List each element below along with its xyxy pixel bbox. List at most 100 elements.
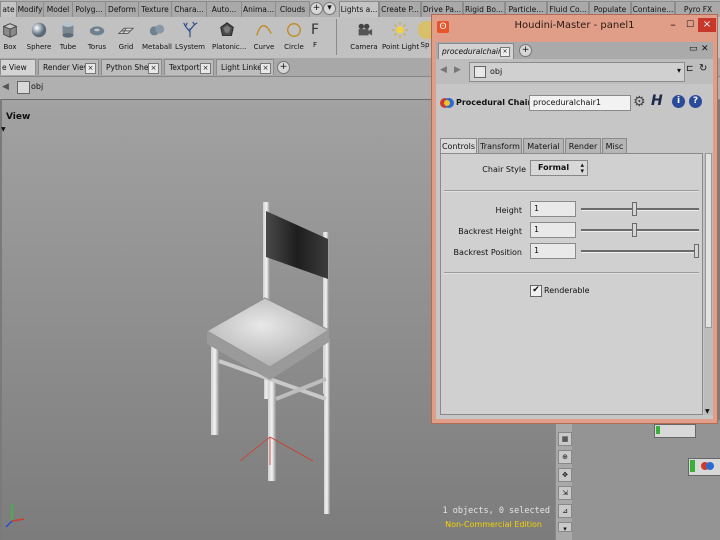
scrollbar-thumb[interactable] xyxy=(705,153,712,328)
path-field[interactable]: obj ▾ xyxy=(469,62,685,82)
path-dropdown-icon[interactable]: ▾ xyxy=(677,66,681,75)
pin-icon[interactable]: ⊏ xyxy=(686,64,694,74)
back-arrow-icon[interactable]: ◀ xyxy=(440,65,447,75)
snap-icon[interactable]: ⊕ xyxy=(558,450,572,464)
viewport-menu-icon[interactable]: ▼ xyxy=(1,126,6,133)
shelf-tab[interactable]: Clouds xyxy=(275,1,310,17)
tab-transform[interactable]: Transform xyxy=(478,138,522,153)
pane-layout-icon[interactable]: ▭ xyxy=(689,44,698,54)
panel-scrollbar[interactable]: ▼ xyxy=(704,153,713,415)
font-tool[interactable]: F F xyxy=(305,19,325,57)
add-shelf-icon[interactable]: + xyxy=(310,2,323,15)
help-icon[interactable]: ? xyxy=(689,95,702,108)
backrest-position-slider-handle[interactable] xyxy=(694,244,699,258)
scroll-down-icon[interactable]: ▾ xyxy=(558,522,572,533)
backrest-height-field[interactable]: 1 xyxy=(530,222,576,238)
tab-misc[interactable]: Misc xyxy=(602,138,627,153)
tab-light-linker[interactable]: Light Linker × xyxy=(216,59,274,75)
node-header: Procedural Chair proceduralchair1 ⚙ H i … xyxy=(436,91,713,119)
shelf-tab[interactable]: Chara... xyxy=(171,1,207,17)
backrest-position-field[interactable]: 1 xyxy=(530,243,576,259)
tab-scene-view[interactable]: e View xyxy=(0,59,36,75)
close-tab-icon[interactable]: × xyxy=(500,47,510,57)
torus-tool[interactable]: Torus xyxy=(82,19,112,57)
lsystem-tool[interactable]: LSystem xyxy=(175,19,205,57)
circle-icon xyxy=(287,23,301,37)
platonic-tool[interactable]: Platonic... xyxy=(212,19,246,57)
shelf-tab[interactable]: Lights a... xyxy=(339,1,379,17)
back-arrow-icon[interactable]: ◀ xyxy=(2,82,9,92)
backrest-position-slider[interactable] xyxy=(581,250,699,253)
shelf-tab[interactable]: Auto... xyxy=(206,1,242,17)
viewport-toolbar: ▦ ⊕ ✥ ⇲ ⊿ ▾ xyxy=(555,420,573,540)
minimize-icon[interactable]: – xyxy=(665,18,681,32)
renderable-label: Renderable xyxy=(544,286,590,295)
tab-label: proceduralchair1 xyxy=(442,47,506,56)
tab-controls[interactable]: Controls xyxy=(440,138,477,153)
maximize-icon[interactable]: ☐ xyxy=(683,18,697,32)
tab-render[interactable]: Render xyxy=(565,138,601,153)
tool-label: Curve xyxy=(253,43,275,51)
shelf-tab[interactable]: Modify xyxy=(16,1,44,17)
metaball-tool[interactable]: Metaball xyxy=(142,19,172,57)
network-node[interactable] xyxy=(654,424,696,438)
grid-tool[interactable]: Grid xyxy=(111,19,141,57)
help-h-icon[interactable]: H xyxy=(651,93,663,109)
height-field[interactable]: 1 xyxy=(530,201,576,217)
scroll-down-icon[interactable]: ▼ xyxy=(705,408,710,415)
renderable-checkbox[interactable]: ✔ xyxy=(530,285,542,297)
point-light-tool[interactable]: Point Light xyxy=(382,19,419,57)
shelf-menu-icon[interactable]: ▾ xyxy=(323,2,336,15)
add-pane-tab-icon[interactable]: + xyxy=(277,61,290,74)
gear-icon[interactable]: ⚙ xyxy=(633,94,646,110)
backrest-position-label: Backrest Position xyxy=(453,248,522,257)
spot-light-tool[interactable]: Sp xyxy=(418,19,432,57)
height-slider-handle[interactable] xyxy=(631,202,637,216)
shelf-tab[interactable]: Anima... xyxy=(241,1,276,17)
panel-tab-bar: proceduralchair1 × + ▭ ✕ xyxy=(436,42,713,59)
shelf-tab[interactable]: Deform xyxy=(105,1,139,17)
camera-tool[interactable]: Camera xyxy=(349,19,379,57)
shelf-tab[interactable]: ate xyxy=(0,1,17,17)
pane-close-icon[interactable]: ✕ xyxy=(701,44,709,54)
refresh-icon[interactable]: ↻ xyxy=(699,63,707,74)
display-options-icon[interactable]: ▦ xyxy=(558,432,572,446)
sphere-tool[interactable]: Sphere xyxy=(24,19,54,57)
tab-material[interactable]: Material xyxy=(523,138,564,153)
chair-leg xyxy=(268,379,276,481)
close-tab-icon[interactable]: × xyxy=(260,63,271,74)
shelf-tab[interactable]: Create P... xyxy=(379,1,421,17)
tab-render-view[interactable]: Render View × xyxy=(38,59,99,75)
handle-icon[interactable]: ⇲ xyxy=(558,486,572,500)
pose-icon[interactable]: ✥ xyxy=(558,468,572,482)
node-name-field[interactable]: proceduralchair1 xyxy=(529,95,631,111)
shelf-tab[interactable]: Texture xyxy=(138,1,172,17)
backrest-height-slider-handle[interactable] xyxy=(631,223,637,237)
tab-proceduralchair1[interactable]: proceduralchair1 × xyxy=(438,43,514,59)
close-tab-icon[interactable]: × xyxy=(200,63,211,74)
height-slider[interactable] xyxy=(581,208,699,211)
tube-tool[interactable]: Tube xyxy=(53,19,83,57)
chair-style-dropdown[interactable]: Formal ▴ ▾ xyxy=(530,160,588,176)
shelf-tab[interactable]: Model xyxy=(43,1,73,17)
forward-arrow-icon[interactable]: ▶ xyxy=(454,65,461,75)
box-tool[interactable]: Box xyxy=(0,19,25,57)
add-pane-tab-icon[interactable]: + xyxy=(519,44,532,57)
tab-textport[interactable]: Textport × xyxy=(164,59,214,75)
curve-tool[interactable]: Curve xyxy=(249,19,279,57)
close-window-icon[interactable]: × xyxy=(698,18,716,32)
info-icon[interactable]: i xyxy=(672,95,685,108)
shelf-tab[interactable]: Polyg... xyxy=(72,1,106,17)
divider xyxy=(444,272,699,274)
backrest-height-slider[interactable] xyxy=(581,229,699,232)
path-label[interactable]: obj xyxy=(31,82,43,91)
pin-icon[interactable]: ⊿ xyxy=(558,504,572,518)
tab-label: Render View xyxy=(43,63,90,72)
window-titlebar[interactable]: ʘ Houdini-Master - panel1 – ☐ × xyxy=(432,15,717,41)
tool-label: Camera xyxy=(350,43,378,51)
network-editor[interactable] xyxy=(572,420,720,540)
close-tab-icon[interactable]: × xyxy=(85,63,96,74)
platonic-icon xyxy=(220,22,234,36)
close-tab-icon[interactable]: × xyxy=(148,63,159,74)
tab-python-shell[interactable]: Python Shell × xyxy=(101,59,162,75)
